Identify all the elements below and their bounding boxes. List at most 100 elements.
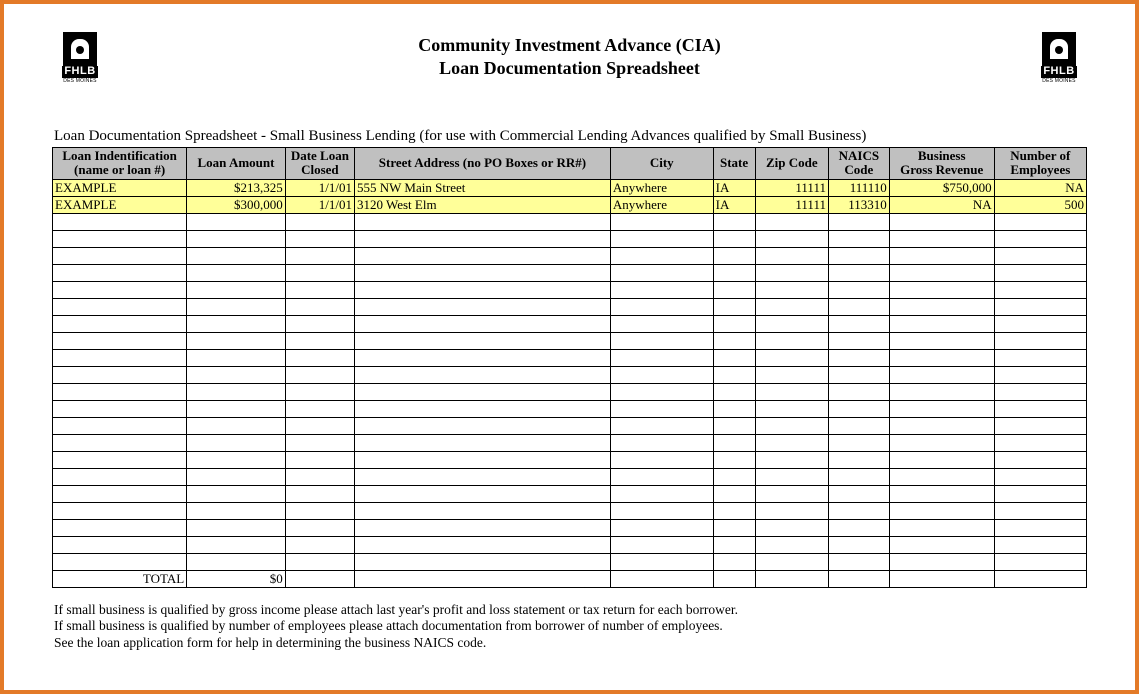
empty-cell	[187, 400, 286, 417]
table-row	[53, 536, 1087, 553]
empty-cell	[610, 383, 713, 400]
cell-street: 3120 West Elm	[354, 196, 610, 213]
empty-cell	[994, 298, 1086, 315]
spreadsheet-table: Loan Indentification(name or loan #) Loa…	[52, 147, 1087, 588]
empty-cell	[53, 400, 187, 417]
empty-cell	[994, 349, 1086, 366]
empty-cell	[187, 468, 286, 485]
empty-cell	[285, 485, 354, 502]
cell-loan: EXAMPLE	[53, 196, 187, 213]
empty-cell	[755, 502, 828, 519]
cell-city: Anywhere	[610, 179, 713, 196]
empty-cell	[354, 332, 610, 349]
cell-revenue: $750,000	[889, 179, 994, 196]
table-row	[53, 247, 1087, 264]
empty-cell	[755, 434, 828, 451]
empty-cell	[755, 383, 828, 400]
empty-cell	[994, 417, 1086, 434]
empty-cell	[187, 366, 286, 383]
empty-cell	[828, 400, 889, 417]
cell-date: 1/1/01	[285, 196, 354, 213]
empty-cell	[713, 468, 755, 485]
empty-cell	[994, 247, 1086, 264]
empty-cell	[889, 400, 994, 417]
empty-cell	[828, 519, 889, 536]
empty-cell	[828, 383, 889, 400]
empty-cell	[755, 332, 828, 349]
table-row	[53, 434, 1087, 451]
empty-cell	[889, 553, 994, 570]
empty-cell	[354, 400, 610, 417]
empty-cell	[713, 553, 755, 570]
col-revenue: BusinessGross Revenue	[889, 148, 994, 180]
empty-cell	[354, 281, 610, 298]
empty-cell	[354, 434, 610, 451]
empty-cell	[755, 485, 828, 502]
empty-cell	[354, 553, 610, 570]
empty-cell	[755, 519, 828, 536]
cell-employees: 500	[994, 196, 1086, 213]
empty-cell	[713, 451, 755, 468]
total-label: TOTAL	[53, 570, 187, 587]
empty-cell	[713, 247, 755, 264]
empty-cell	[53, 230, 187, 247]
empty-cell	[828, 485, 889, 502]
empty-cell	[755, 451, 828, 468]
empty-cell	[994, 434, 1086, 451]
empty-cell	[285, 434, 354, 451]
cell-state: IA	[713, 179, 755, 196]
empty-cell	[187, 247, 286, 264]
empty-cell	[53, 485, 187, 502]
empty-cell	[285, 281, 354, 298]
empty-cell	[53, 451, 187, 468]
cell-naics: 113310	[828, 196, 889, 213]
empty-cell	[53, 434, 187, 451]
empty-cell	[994, 536, 1086, 553]
empty-cell	[889, 468, 994, 485]
col-zip: Zip Code	[755, 148, 828, 180]
empty-cell	[828, 451, 889, 468]
col-date-closed: Date LoanClosed	[285, 148, 354, 180]
table-row	[53, 400, 1087, 417]
table-row	[53, 315, 1087, 332]
empty-cell	[187, 298, 286, 315]
empty-cell	[187, 315, 286, 332]
empty-cell	[828, 434, 889, 451]
empty-cell	[53, 536, 187, 553]
empty-cell	[285, 315, 354, 332]
empty-cell	[354, 570, 610, 587]
empty-cell	[994, 315, 1086, 332]
house-icon	[63, 32, 97, 66]
empty-cell	[828, 349, 889, 366]
empty-cell	[889, 451, 994, 468]
cell-amount: $300,000	[187, 196, 286, 213]
empty-cell	[354, 366, 610, 383]
empty-cell	[713, 298, 755, 315]
cell-loan: EXAMPLE	[53, 179, 187, 196]
empty-cell	[994, 502, 1086, 519]
empty-cell	[285, 417, 354, 434]
table-row	[53, 417, 1087, 434]
table-row	[53, 281, 1087, 298]
empty-cell	[610, 485, 713, 502]
empty-cell	[187, 281, 286, 298]
empty-cell	[354, 417, 610, 434]
subtitle: Loan Documentation Spreadsheet - Small B…	[54, 128, 1087, 145]
empty-cell	[994, 332, 1086, 349]
empty-cell	[187, 417, 286, 434]
col-loan-id: Loan Indentification(name or loan #)	[53, 148, 187, 180]
empty-cell	[994, 519, 1086, 536]
col-street: Street Address (no PO Boxes or RR#)	[354, 148, 610, 180]
header-row: Loan Indentification(name or loan #) Loa…	[53, 148, 1087, 180]
empty-cell	[285, 502, 354, 519]
empty-cell	[889, 366, 994, 383]
document-frame: FHLB DES MOINES Community Investment Adv…	[0, 0, 1139, 694]
empty-cell	[713, 349, 755, 366]
empty-cell	[828, 247, 889, 264]
empty-cell	[755, 315, 828, 332]
empty-cell	[889, 485, 994, 502]
col-state: State	[713, 148, 755, 180]
col-employees: Number ofEmployees	[994, 148, 1086, 180]
empty-cell	[354, 315, 610, 332]
empty-cell	[285, 553, 354, 570]
